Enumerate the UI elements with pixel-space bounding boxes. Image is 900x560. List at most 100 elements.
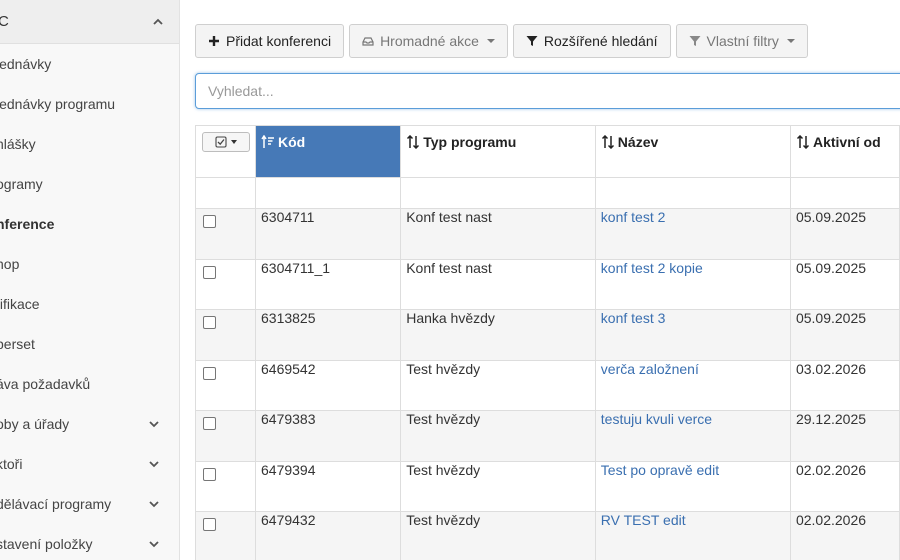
sort-ascending-icon bbox=[261, 135, 274, 148]
sort-icon bbox=[601, 135, 614, 149]
sidebar-item-label: oby a úřady bbox=[0, 416, 70, 432]
column-header-aktivni-od[interactable]: Aktivní od bbox=[789, 125, 900, 178]
filter-icon bbox=[526, 36, 538, 46]
cell-nazev-text[interactable]: Test po opravě edit bbox=[601, 462, 719, 478]
sidebar-item[interactable]: nference bbox=[0, 204, 179, 244]
row-checkbox[interactable] bbox=[203, 265, 216, 279]
column-header-typ-programu[interactable]: Typ programu bbox=[400, 125, 596, 178]
sidebar: C jednávky jednávky programu hlášky ogramy n… bbox=[0, 0, 180, 560]
sidebar-item[interactable]: tifikace bbox=[0, 284, 179, 324]
cell-kod: 6304711 bbox=[254, 208, 402, 260]
sidebar-item-label: áva požadavků bbox=[0, 376, 91, 392]
column-header-nazev[interactable]: Název bbox=[594, 125, 791, 178]
sidebar-item[interactable]: hlášky bbox=[0, 124, 179, 164]
sidebar-item[interactable]: hop bbox=[0, 244, 179, 284]
row-checkbox[interactable] bbox=[203, 518, 216, 531]
custom-filters-label: Vlastní filtry bbox=[706, 33, 779, 49]
row-select-cell bbox=[195, 258, 256, 310]
chevron-down-icon[interactable] bbox=[147, 497, 161, 511]
cell-aktivni-od: 03.02.2026 bbox=[789, 359, 900, 411]
table-row[interactable]: 6304711 Konf test nast konf test 2 05.09.20… bbox=[195, 208, 900, 260]
caret-down-icon bbox=[786, 39, 795, 43]
cell-aktivni-od-text: 05.09.2025 bbox=[795, 259, 867, 276]
cell-nazev[interactable]: RV TEST edit bbox=[594, 511, 791, 560]
sidebar-header-label: C bbox=[0, 13, 9, 30]
bulk-actions-button[interactable]: Hromadné akce bbox=[349, 24, 508, 58]
chevron-down-icon[interactable] bbox=[147, 537, 161, 551]
filter-cell[interactable] bbox=[594, 177, 791, 209]
row-select-cell bbox=[195, 460, 256, 512]
table-row[interactable]: 6479394 Test hvězdy Test po opravě edit 02.… bbox=[195, 460, 900, 512]
cell-aktivni-od: 02.02.2026 bbox=[789, 511, 900, 560]
custom-filters-button[interactable]: Vlastní filtry bbox=[675, 24, 808, 58]
select-column-header bbox=[195, 125, 256, 178]
row-checkbox[interactable] bbox=[203, 316, 216, 329]
cell-kod-text: 6479383 bbox=[261, 411, 316, 427]
table-row[interactable]: 6469542 Test hvězdy verča založnení 03.02.2… bbox=[195, 359, 900, 411]
table-row[interactable]: 6313825 Hanka hvězdy konf test 3 05.09.2025 bbox=[195, 309, 900, 361]
sidebar-item[interactable]: dělávací programy bbox=[0, 484, 179, 524]
cell-aktivni-od-text: 03.02.2026 bbox=[795, 360, 867, 377]
sidebar-item-label: hlášky bbox=[0, 136, 36, 152]
sidebar-item[interactable]: perset bbox=[0, 324, 179, 364]
main-content: Přidat konferenci Hromadné akce Rozšířen… bbox=[181, 0, 900, 560]
cell-aktivni-od-text: 02.02.2026 bbox=[795, 461, 867, 478]
bulk-select-button[interactable] bbox=[202, 132, 250, 152]
add-conference-button[interactable]: Přidat konferenci bbox=[195, 24, 345, 58]
row-checkbox[interactable] bbox=[203, 366, 216, 380]
cell-nazev[interactable]: konf test 2 bbox=[594, 208, 791, 260]
cell-nazev[interactable]: testuju kvuli verce bbox=[594, 410, 791, 462]
cell-nazev-text[interactable]: verča založnení bbox=[601, 361, 699, 377]
cell-nazev[interactable]: verča založnení bbox=[594, 359, 791, 411]
filter-cell[interactable] bbox=[789, 177, 900, 209]
cell-aktivni-od-text: 02.02.2026 bbox=[795, 512, 867, 528]
sidebar-item[interactable]: oby a úřady bbox=[0, 404, 179, 444]
cell-kod-text: 6479394 bbox=[261, 461, 316, 478]
add-conference-label: Přidat konferenci bbox=[226, 33, 332, 49]
cell-nazev-text[interactable]: konf test 2 bbox=[601, 209, 666, 225]
table-row[interactable]: 6479383 Test hvězdy testuju kvuli verce 29.… bbox=[195, 410, 900, 462]
cell-aktivni-od: 02.02.2026 bbox=[789, 460, 900, 512]
table-row[interactable]: 6304711_1 Konf test nast konf test 2 kopie… bbox=[195, 258, 900, 310]
sidebar-item[interactable]: stavení položky bbox=[0, 524, 179, 560]
cell-nazev[interactable]: konf test 3 bbox=[594, 309, 791, 361]
sidebar-menu: jednávky jednávky programu hlášky ogramy nfe… bbox=[0, 44, 179, 560]
chevron-down-icon[interactable] bbox=[147, 457, 161, 471]
table-row[interactable]: 6479432 Test hvězdy RV TEST edit 02.02.2026 bbox=[195, 511, 900, 560]
cell-nazev-text[interactable]: RV TEST edit bbox=[601, 512, 686, 528]
column-header-kod[interactable]: Kód bbox=[254, 125, 402, 178]
sidebar-item[interactable]: ktoři bbox=[0, 444, 179, 484]
filter-cell[interactable] bbox=[400, 177, 596, 209]
filter-icon bbox=[689, 36, 701, 46]
row-checkbox[interactable] bbox=[203, 417, 216, 430]
sidebar-section-header[interactable]: C bbox=[0, 0, 179, 44]
cell-nazev-text[interactable]: konf test 2 kopie bbox=[601, 260, 703, 276]
cell-nazev[interactable]: konf test 2 kopie bbox=[594, 258, 791, 310]
sort-icon bbox=[407, 135, 420, 149]
sidebar-item[interactable]: jednávky programu bbox=[0, 84, 179, 124]
cell-kod: 6479383 bbox=[254, 410, 402, 462]
column-header-label: Kód bbox=[278, 134, 306, 150]
cell-nazev-text[interactable]: konf test 3 bbox=[601, 310, 666, 326]
chevron-down-icon[interactable] bbox=[147, 417, 161, 431]
sidebar-item[interactable]: ogramy bbox=[0, 164, 179, 204]
sidebar-item[interactable]: áva požadavků bbox=[0, 364, 179, 404]
cell-kod: 6304711_1 bbox=[254, 258, 402, 310]
row-select-cell bbox=[195, 359, 256, 411]
sidebar-item[interactable]: jednávky bbox=[0, 44, 179, 84]
search-input[interactable] bbox=[195, 73, 900, 109]
caret-down-icon bbox=[231, 140, 237, 144]
row-checkbox[interactable] bbox=[203, 467, 216, 481]
cell-typ-programu-text: Konf test nast bbox=[406, 259, 492, 276]
row-checkbox[interactable] bbox=[203, 215, 216, 228]
sidebar-item-label: jednávky bbox=[0, 56, 52, 72]
column-header-label: Typ programu bbox=[423, 134, 517, 150]
chevron-up-icon[interactable] bbox=[151, 15, 165, 29]
sidebar-item-label: ktoři bbox=[0, 456, 23, 472]
cell-nazev[interactable]: Test po opravě edit bbox=[594, 460, 791, 512]
advanced-search-button[interactable]: Rozšířené hledání bbox=[512, 24, 671, 58]
filter-cell[interactable] bbox=[254, 177, 402, 209]
sidebar-item-label: nference bbox=[0, 216, 55, 232]
cell-nazev-text[interactable]: testuju kvuli verce bbox=[601, 411, 712, 427]
cell-aktivni-od-text: 29.12.2025 bbox=[795, 411, 867, 427]
